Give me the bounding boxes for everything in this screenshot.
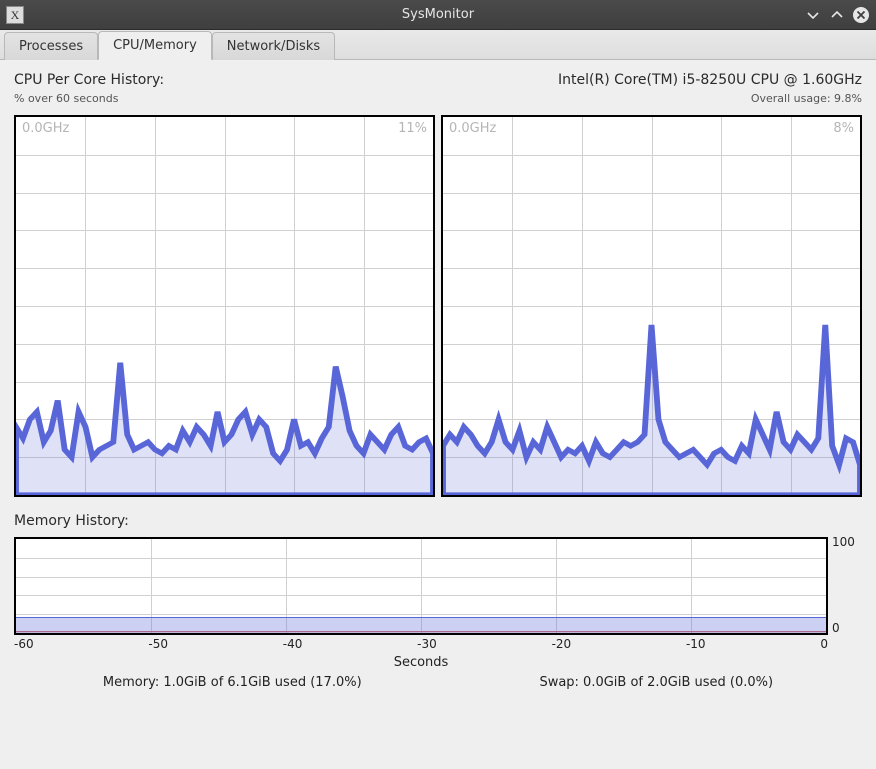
mem-x-axis: -60 -50 -40 -30 -20 -10 0 xyxy=(14,637,828,651)
cpu-overall-usage: Overall usage: 9.8% xyxy=(751,92,862,105)
mem-x-tick: -40 xyxy=(283,637,303,651)
cpu-subheader-row: % over 60 seconds Overall usage: 9.8% xyxy=(14,92,862,105)
mem-y-top: 100 xyxy=(832,535,862,549)
cpu-subtitle: % over 60 seconds xyxy=(14,92,118,105)
close-button[interactable] xyxy=(852,6,870,24)
window-title: SysMonitor xyxy=(0,7,876,22)
memory-history-title: Memory History: xyxy=(14,513,862,529)
memory-footer: Memory: 1.0GiB of 6.1GiB used (17.0%) Sw… xyxy=(14,675,862,690)
tab-strip: Processes CPU/Memory Network/Disks xyxy=(0,30,876,60)
app-icon: X xyxy=(6,6,24,24)
memory-chart-wrap: 100 0 -60 -50 -40 -30 -20 -10 0 Seconds xyxy=(14,537,862,669)
titlebar: X SysMonitor xyxy=(0,0,876,30)
mem-x-tick: -20 xyxy=(552,637,572,651)
window-controls xyxy=(804,6,876,24)
tab-cpu-memory[interactable]: CPU/Memory xyxy=(98,31,212,60)
tab-network-disks[interactable]: Network/Disks xyxy=(212,32,335,60)
mem-y-bottom: 0 xyxy=(832,621,862,635)
swap-summary: Swap: 0.0GiB of 2.0GiB used (0.0%) xyxy=(539,675,773,690)
mem-x-tick: -50 xyxy=(148,637,168,651)
cpu-header-row: CPU Per Core History: Intel(R) Core(TM) … xyxy=(14,72,862,88)
mem-x-tick: 0 xyxy=(820,637,828,651)
maximize-button[interactable] xyxy=(828,6,846,24)
tab-processes[interactable]: Processes xyxy=(4,32,98,60)
cpu-history-title: CPU Per Core History: xyxy=(14,72,164,88)
mem-x-tick: -60 xyxy=(14,637,34,651)
memory-chart xyxy=(14,537,828,635)
mem-x-tick: -30 xyxy=(417,637,437,651)
content: CPU Per Core History: Intel(R) Core(TM) … xyxy=(0,60,876,698)
cpu-core-1-chart: 0.0GHz 8% xyxy=(441,115,862,497)
mem-x-label: Seconds xyxy=(14,655,828,670)
memory-summary: Memory: 1.0GiB of 6.1GiB used (17.0%) xyxy=(103,675,362,690)
mem-x-tick: -10 xyxy=(686,637,706,651)
minimize-button[interactable] xyxy=(804,6,822,24)
cpu-charts: 0.0GHz 11% 0.0GHz 8% xyxy=(14,115,862,497)
cpu-model-label: Intel(R) Core(TM) i5-8250U CPU @ 1.60GHz xyxy=(558,72,862,88)
cpu-core-0-chart: 0.0GHz 11% xyxy=(14,115,435,497)
